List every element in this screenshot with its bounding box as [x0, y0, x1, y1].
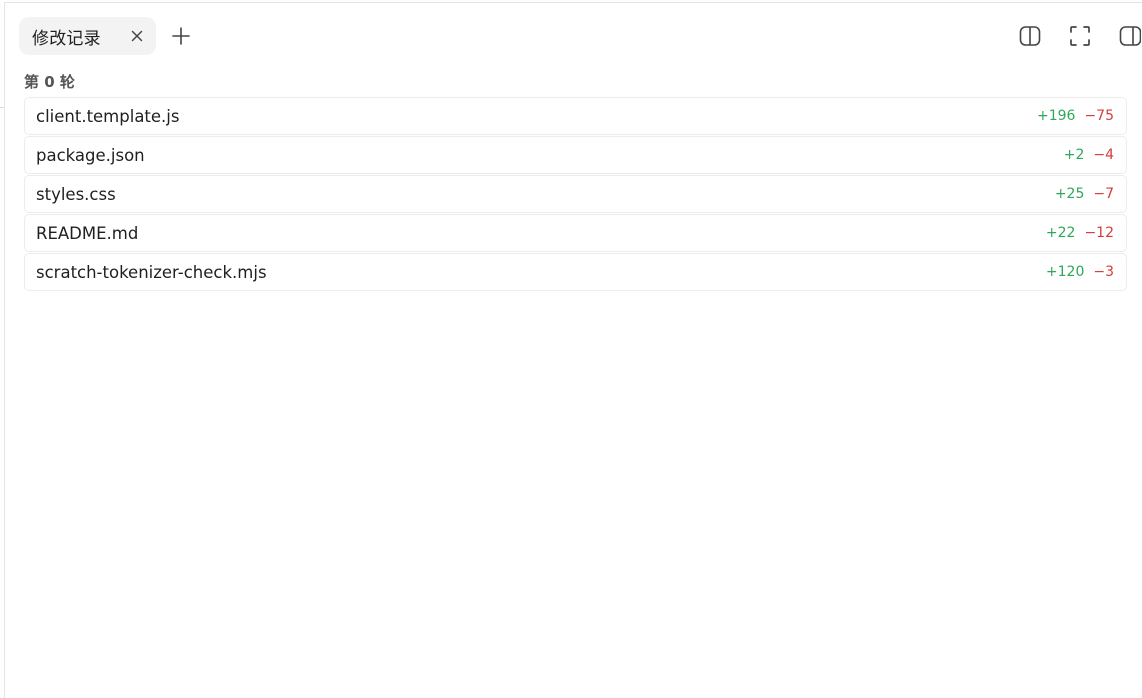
file-name: styles.css: [36, 184, 116, 204]
file-name: scratch-tokenizer-check.mjs: [36, 262, 267, 282]
sidebar-right-icon[interactable]: [1117, 23, 1142, 49]
split-view-icon[interactable]: [1017, 23, 1043, 49]
lines-added: +120: [1045, 264, 1085, 280]
panel-toolbar: [1017, 23, 1142, 49]
lines-added: +25: [1054, 186, 1085, 202]
lines-added: +2: [1063, 147, 1085, 163]
lines-added: +196: [1037, 108, 1076, 124]
changed-files-list: client.template.js +196 −75 package.json…: [24, 97, 1127, 292]
lines-added: +22: [1045, 225, 1076, 241]
tab-modification-records[interactable]: 修改记录: [19, 17, 156, 55]
lines-removed: −4: [1093, 147, 1114, 163]
file-name: package.json: [36, 145, 145, 165]
diff-stats: +2 −4: [1064, 147, 1114, 163]
diff-stats: +120 −3: [1046, 264, 1114, 280]
lines-removed: −3: [1093, 264, 1114, 280]
round-heading: 第 0 轮: [24, 73, 75, 91]
file-row[interactable]: README.md +22 −12: [24, 214, 1127, 252]
lines-removed: −12: [1084, 225, 1114, 241]
lines-removed: −7: [1093, 186, 1114, 202]
diff-stats: +25 −7: [1055, 186, 1114, 202]
file-name: client.template.js: [36, 106, 180, 126]
tab-label: 修改记录: [32, 28, 101, 49]
diff-stats: +22 −12: [1046, 225, 1114, 241]
tab-bar: 修改记录: [19, 17, 195, 55]
file-row[interactable]: styles.css +25 −7: [24, 175, 1127, 213]
close-icon[interactable]: [130, 29, 144, 43]
file-row[interactable]: package.json +2 −4: [24, 136, 1127, 174]
file-row[interactable]: client.template.js +196 −75: [24, 97, 1127, 135]
plus-icon[interactable]: [167, 22, 195, 50]
diff-stats: +196 −75: [1037, 108, 1114, 124]
file-row[interactable]: scratch-tokenizer-check.mjs +120 −3: [24, 253, 1127, 291]
file-name: README.md: [36, 223, 139, 243]
fullscreen-icon[interactable]: [1067, 23, 1093, 49]
lines-removed: −75: [1084, 108, 1114, 124]
